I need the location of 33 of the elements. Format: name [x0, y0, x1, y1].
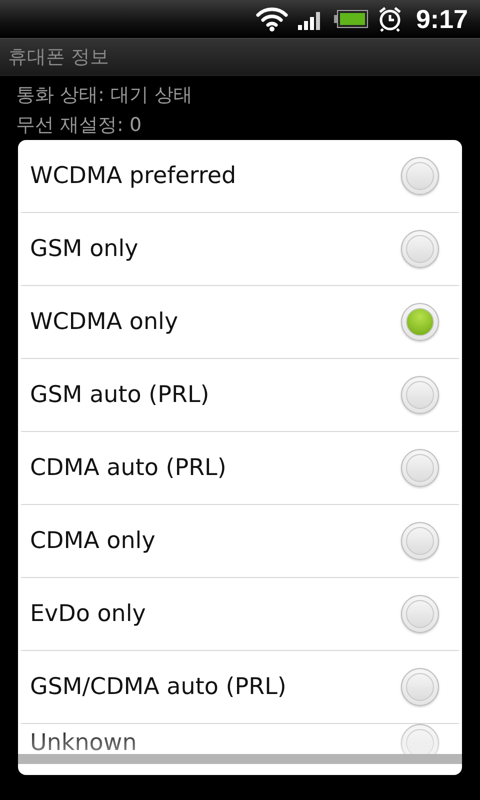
- screen-title: 휴대폰 정보: [8, 44, 110, 70]
- option-row[interactable]: WCDMA only: [21, 286, 459, 359]
- radio-button[interactable]: [401, 668, 439, 706]
- option-label: CDMA only: [30, 528, 156, 554]
- option-label: WCDMA preferred: [30, 163, 236, 189]
- option-row[interactable]: CDMA auto (PRL): [21, 432, 459, 505]
- clock-time: 9:17: [416, 4, 468, 34]
- radio-button[interactable]: [401, 449, 439, 487]
- option-row[interactable]: WCDMA preferred: [21, 140, 459, 213]
- info-line: 무선 재설정: 0: [16, 113, 143, 138]
- option-label: GSM auto (PRL): [30, 382, 210, 408]
- option-row[interactable]: GSM auto (PRL): [21, 359, 459, 432]
- info-line: 통화 상태: 대기 상태: [16, 83, 194, 108]
- option-label: Unknown: [30, 730, 137, 754]
- option-row[interactable]: CDMA only: [21, 505, 459, 578]
- option-label: CDMA auto (PRL): [30, 455, 226, 481]
- option-row[interactable]: EvDo only: [21, 578, 459, 651]
- option-label: WCDMA only: [30, 309, 178, 335]
- radio-button[interactable]: [401, 157, 439, 195]
- option-label: GSM/CDMA auto (PRL): [30, 674, 286, 700]
- option-label: GSM only: [30, 236, 138, 262]
- option-label: EvDo only: [30, 601, 146, 627]
- radio-button[interactable]: [401, 724, 439, 754]
- option-row[interactable]: GSM/CDMA auto (PRL): [21, 651, 459, 724]
- radio-button[interactable]: [401, 595, 439, 633]
- alarm-clock-icon: [378, 6, 402, 32]
- radio-button[interactable]: [401, 376, 439, 414]
- wifi-icon: [256, 6, 288, 32]
- option-row[interactable]: GSM only: [21, 213, 459, 286]
- radio-button[interactable]: [401, 303, 439, 341]
- radio-button[interactable]: [401, 522, 439, 560]
- radio-button[interactable]: [401, 230, 439, 268]
- battery-icon: [334, 10, 368, 28]
